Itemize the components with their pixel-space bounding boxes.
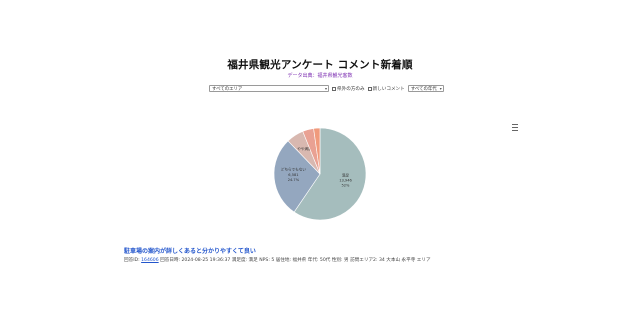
comment-meta-text: 回答日時: 2024-08-25 19:36:37 満足度: 満足 NPS: 5… [160, 258, 431, 263]
pie-slice-label: どちらでもない [281, 167, 306, 172]
comment-title[interactable]: 駐車場の案内が詳しくあると分かりやすくて良い [124, 246, 256, 255]
chevron-down-icon: ▾ [439, 86, 442, 91]
pie-slice-label: 13,946 [339, 178, 352, 182]
pie-slice-label: 52% [341, 184, 350, 188]
data-source: データ出典：福井県観光客数 [0, 72, 640, 79]
response-id-link[interactable]: 164606 [141, 258, 159, 263]
chevron-down-icon: ▾ [324, 86, 327, 91]
checkbox-box[interactable] [332, 86, 336, 91]
area-select[interactable]: すべてのエリア ▾ [209, 85, 329, 92]
pie-slice-label: 6,581 [288, 173, 298, 177]
data-source-link[interactable]: 福井県観光客数 [318, 73, 353, 79]
page-title: 福井県観光アンケート コメント新着順 [227, 59, 413, 71]
new-comment-checkbox[interactable]: 新しいコメント [367, 86, 405, 92]
area-select-value: すべてのエリア [212, 86, 243, 92]
pie-chart: 満足13,94652%どちらでもない6,58124.7%やや満足 [273, 127, 367, 221]
pie-slice-label: 24.7% [288, 178, 300, 182]
response-id-label: 回答ID: [124, 258, 140, 263]
hamburger-menu-icon[interactable] [512, 124, 518, 131]
filter-bar: すべてのエリア ▾ 県外の方のみ 新しいコメント すべての年代 ▾ [209, 84, 444, 93]
age-select-value: すべての年代 [410, 86, 437, 92]
checkbox-box[interactable] [367, 86, 372, 91]
pie-slice-label: 満足 [342, 172, 350, 177]
comment-meta: 回答ID: 164606 回答日時: 2024-08-25 19:36:37 満… [124, 257, 431, 263]
out-of-prefecture-checkbox[interactable]: 県外の方のみ [332, 86, 365, 92]
age-select[interactable]: すべての年代 ▾ [407, 85, 444, 92]
data-source-prefix: データ出典： [287, 73, 318, 79]
checkbox-label: 県外の方のみ [337, 86, 365, 92]
checkbox-label: 新しいコメント [372, 86, 405, 92]
